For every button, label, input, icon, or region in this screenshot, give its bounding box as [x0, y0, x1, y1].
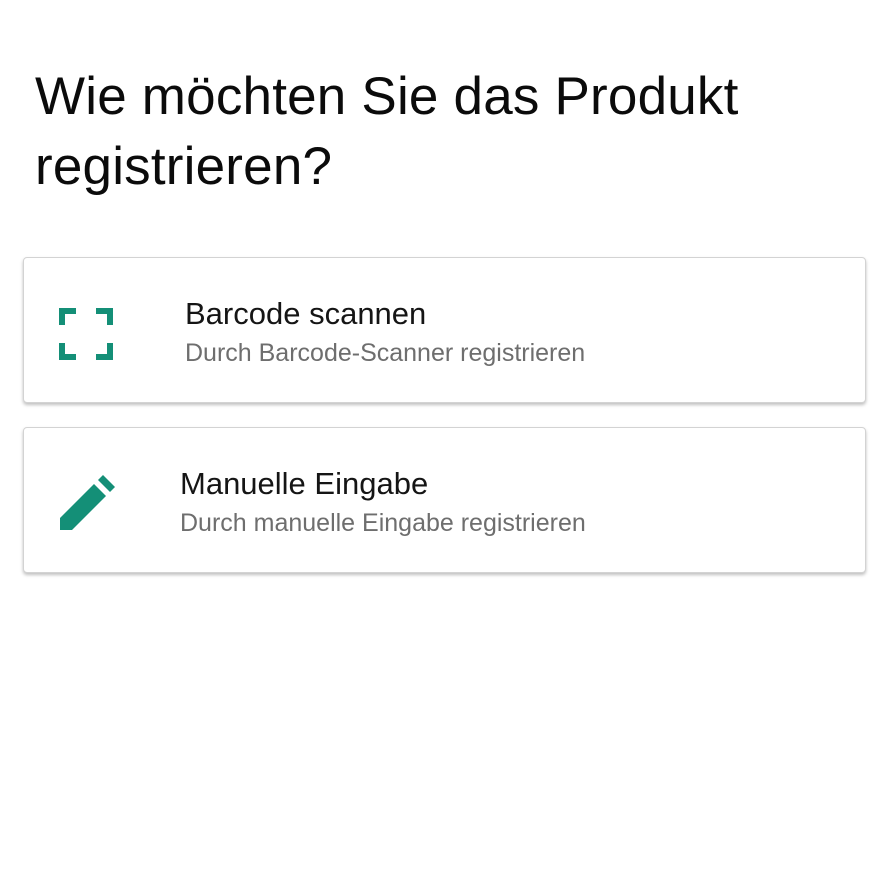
barcode-scan-icon [56, 304, 116, 364]
page-title: Wie möchten Sie das Produkt registrieren… [35, 67, 739, 196]
option-title: Barcode scannen [185, 296, 427, 331]
option-manual-entry[interactable]: Manuelle Eingabe Durch manuelle Eingabe … [23, 427, 866, 573]
option-title: Manuelle Eingabe [180, 466, 429, 501]
option-description: Durch Barcode-Scanner registrieren [185, 339, 586, 367]
pencil-icon [56, 474, 116, 534]
option-barcode-scan[interactable]: Barcode scannen Durch Barcode-Scanner re… [23, 257, 866, 403]
option-description: Durch manuelle Eingabe registrieren [180, 509, 586, 537]
